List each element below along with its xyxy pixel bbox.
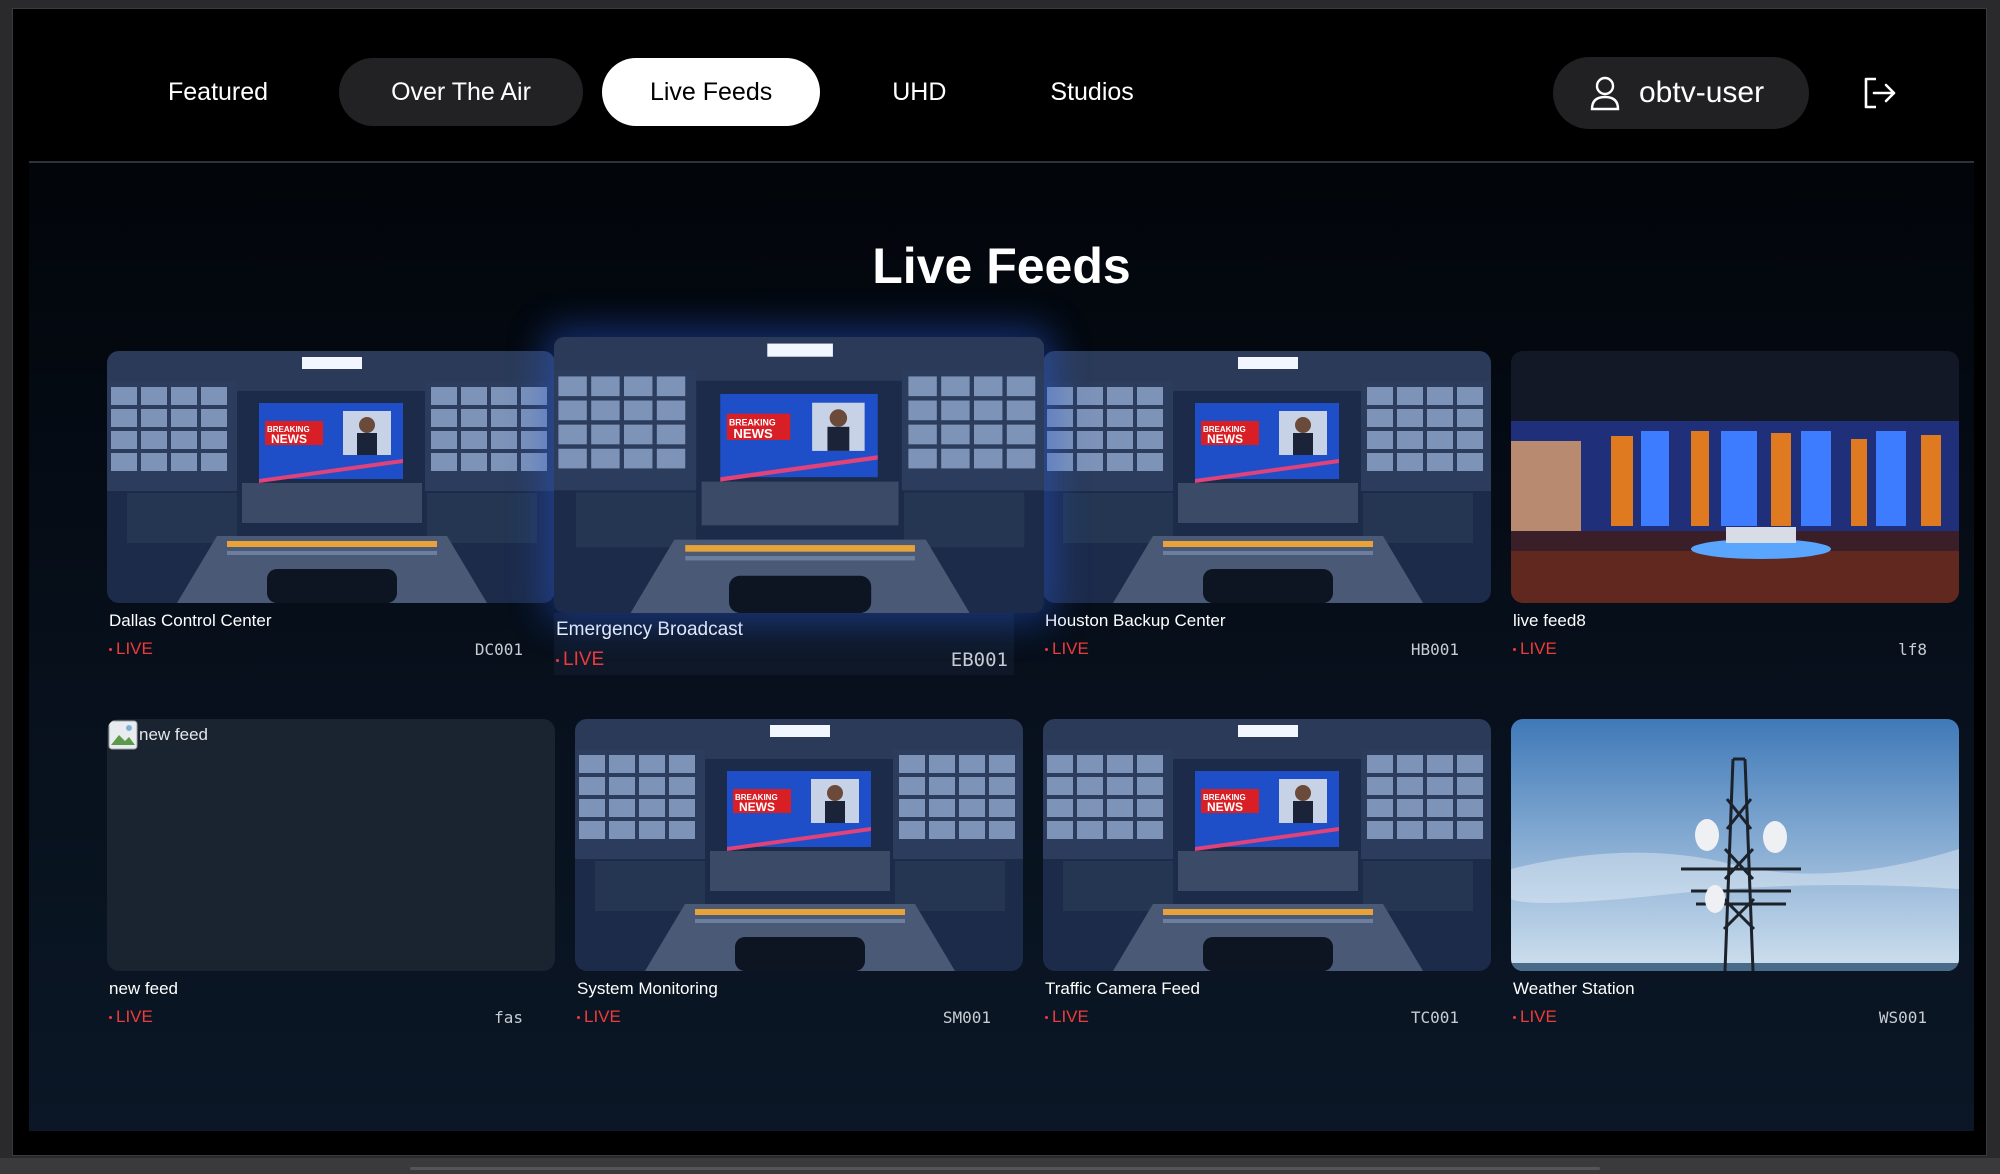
svg-text:NEWS: NEWS	[1207, 432, 1243, 446]
feed-thumbnail-broken: new feed	[107, 719, 555, 971]
feed-code: TC001	[1410, 1007, 1459, 1027]
tab-uhd[interactable]: UHD	[840, 58, 998, 126]
live-badge: LIVE	[1513, 1007, 1557, 1027]
feed-name: Weather Station	[1513, 979, 1635, 998]
feed-card-traffic-camera-feed[interactable]: BREAKING NEWS Traffic Camera Feed LIVE T…	[1043, 719, 1491, 1027]
live-badge: LIVE	[577, 1007, 621, 1027]
feed-thumbnail: BREAKING NEWS	[107, 351, 555, 603]
feed-card-weather-station[interactable]: Weather Station LIVE WS001	[1511, 719, 1959, 1027]
tab-featured[interactable]: Featured	[116, 58, 320, 126]
tab-studios[interactable]: Studios	[998, 58, 1185, 126]
feed-name: Emergency Broadcast	[556, 619, 743, 640]
feed-name: live feed8	[1513, 611, 1586, 630]
page-title: Live Feeds	[872, 238, 1131, 294]
image-alt-text: new feed	[139, 725, 208, 744]
app-window: Featured Over The Air Live Feeds UHD Stu…	[12, 8, 1987, 1156]
tab-over-the-air[interactable]: Over The Air	[339, 58, 583, 126]
live-feeds-page: Live Feeds BREAKING NEWS Dallas Control …	[29, 163, 1974, 1131]
feed-card-houston-backup-center[interactable]: BREAKING NEWS Houston Backup Center LIVE…	[1043, 351, 1491, 659]
feed-thumbnail: BREAKING NEWS	[575, 719, 1023, 971]
broken-image-icon	[108, 720, 138, 750]
feed-name: new feed	[109, 979, 178, 998]
live-badge: LIVE	[556, 649, 604, 671]
live-badge: LIVE	[1045, 639, 1089, 659]
top-navigation-bar: Featured Over The Air Live Feeds UHD Stu…	[13, 9, 1986, 161]
feed-code: DC001	[474, 639, 523, 659]
feed-card-system-monitoring[interactable]: BREAKING NEWS System Monitoring LIVE SM0…	[575, 719, 1023, 1027]
tab-live-feeds[interactable]: Live Feeds	[601, 58, 821, 126]
svg-text:NEWS: NEWS	[733, 426, 773, 441]
feed-code: fas	[494, 1007, 523, 1027]
svg-text:NEWS: NEWS	[1207, 800, 1243, 814]
feed-code: HB001	[1410, 639, 1459, 659]
feed-code: EB001	[950, 649, 1008, 671]
live-badge: LIVE	[109, 639, 153, 659]
feed-thumbnail	[1511, 351, 1959, 603]
category-tabs: Featured Over The Air Live Feeds UHD Stu…	[116, 58, 1186, 126]
feed-card-emergency-broadcast[interactable]: BREAKING NEWS Emergency Broadcast LIVE E…	[554, 337, 1044, 675]
feed-name: Dallas Control Center	[109, 611, 272, 630]
feed-thumbnail: BREAKING NEWS	[1043, 719, 1491, 971]
feed-card-new-feed[interactable]: new feed new feed LIVE fas	[107, 719, 555, 1027]
svg-text:NEWS: NEWS	[739, 800, 775, 814]
feed-card-live-feed8[interactable]: live feed8 LIVE lf8	[1511, 351, 1959, 659]
live-badge: LIVE	[1513, 639, 1557, 659]
username-label: obtv-user	[1639, 76, 1765, 109]
scrollbar-thumb[interactable]	[410, 1167, 1600, 1170]
live-badge: LIVE	[1045, 1007, 1089, 1027]
user-account-button[interactable]: obtv-user	[1553, 57, 1809, 129]
horizontal-scrollbar[interactable]	[0, 1158, 2000, 1174]
feed-thumbnail: BREAKING NEWS	[1043, 351, 1491, 603]
feed-name: Houston Backup Center	[1045, 611, 1226, 630]
live-badge: LIVE	[109, 1007, 153, 1027]
feed-thumbnail	[1511, 719, 1959, 971]
svg-text:NEWS: NEWS	[271, 432, 307, 446]
feed-code: SM001	[942, 1007, 991, 1027]
feed-code: WS001	[1878, 1007, 1927, 1027]
logout-button[interactable]	[1858, 71, 1902, 115]
feed-thumbnail: BREAKING NEWS	[554, 337, 1044, 613]
feed-code: lf8	[1898, 639, 1927, 659]
logout-icon	[1864, 77, 1896, 109]
feed-name: System Monitoring	[577, 979, 718, 998]
feed-card-dallas-control-center[interactable]: BREAKING NEWS Dallas Control Center LIVE…	[107, 351, 555, 659]
feed-name: Traffic Camera Feed	[1045, 979, 1200, 998]
user-icon	[1590, 76, 1620, 111]
